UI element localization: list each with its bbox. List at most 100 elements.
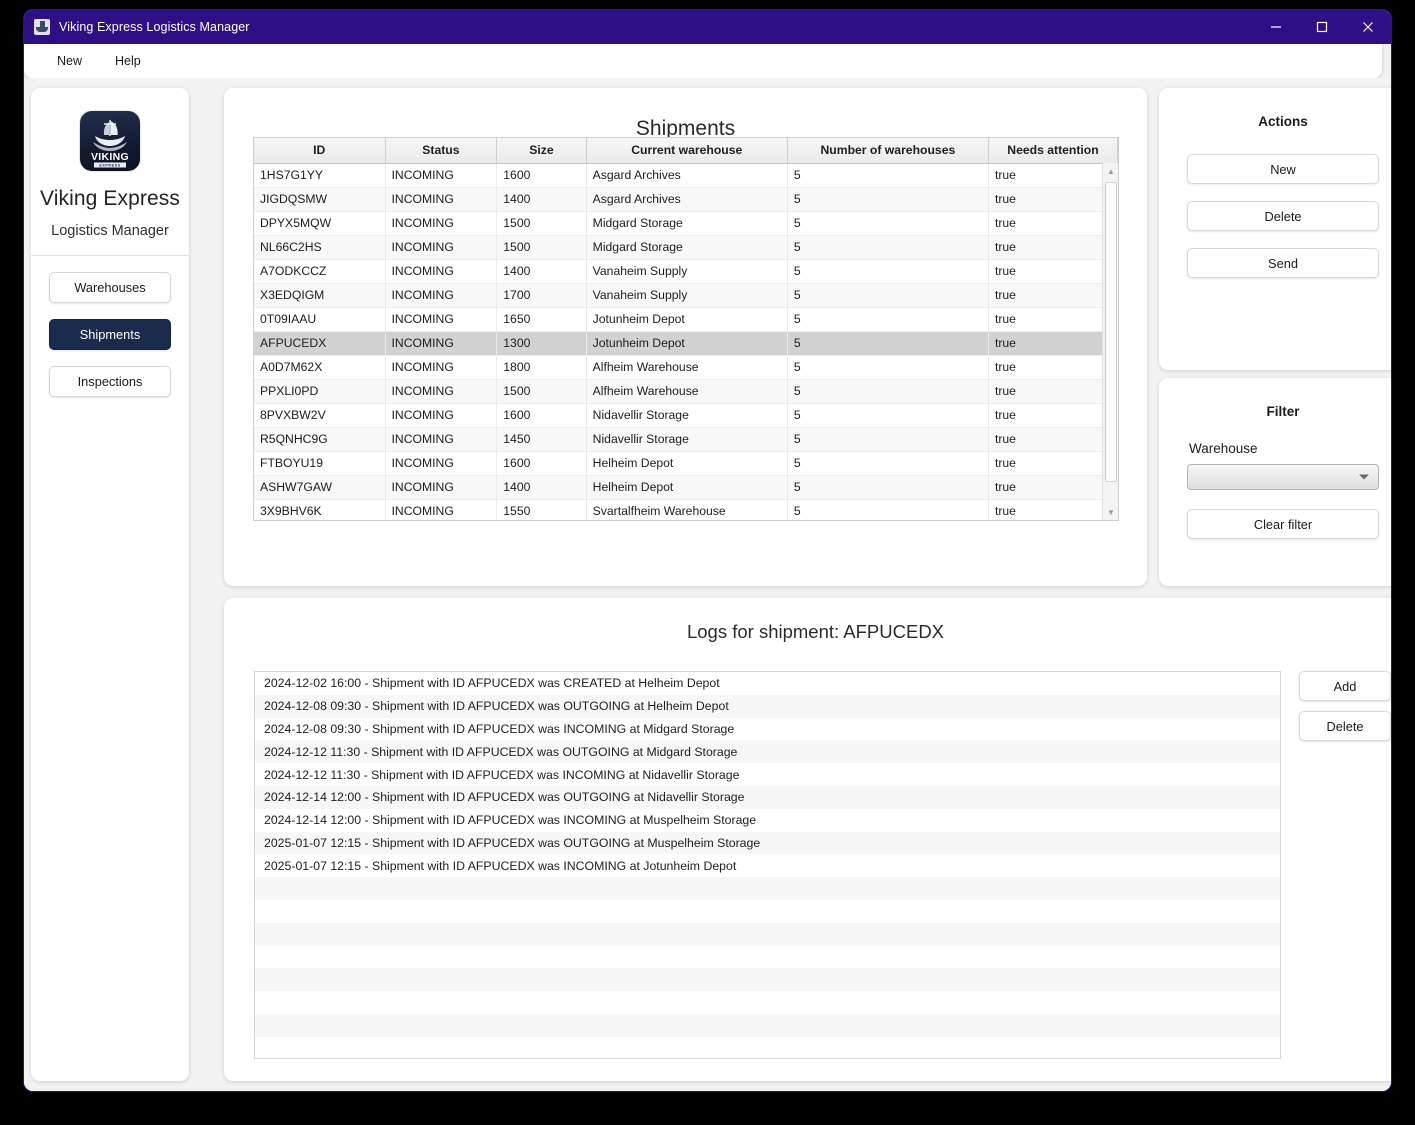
log-entry[interactable]: 2025-01-07 12:15 - Shipment with ID AFPU… — [255, 854, 1280, 877]
log-entry[interactable]: 2024-12-12 11:30 - Shipment with ID AFPU… — [255, 740, 1280, 764]
scroll-up-icon[interactable]: ▲ — [1103, 163, 1118, 179]
cell-count: 5 — [787, 475, 989, 500]
add-log-button[interactable]: Add — [1299, 671, 1391, 701]
cell-count: 5 — [787, 427, 989, 452]
cell-count: 5 — [787, 499, 989, 520]
table-row[interactable]: X3EDQIGM INCOMING 1700 Vanaheim Supply 5 true — [254, 283, 1118, 308]
cell-id: NL66C2HS — [254, 235, 386, 260]
svg-text:VIKING: VIKING — [91, 151, 129, 163]
log-entry[interactable]: 2024-12-08 09:30 - Shipment with ID AFPU… — [255, 694, 1280, 718]
cell-count: 5 — [787, 283, 989, 308]
cell-attention: true — [988, 427, 1118, 452]
table-row[interactable]: 3X9BHV6K INCOMING 1550 Svartalfheim Warehou… — [254, 499, 1118, 520]
cell-count: 5 — [787, 235, 989, 260]
column-header-3[interactable]: Current warehouse — [586, 138, 788, 164]
cell-count: 5 — [787, 259, 989, 284]
table-row[interactable]: R5QNHC9G INCOMING 1450 Nidavellir Storage 5 t… — [254, 427, 1118, 452]
cell-id: A7ODKCCZ — [254, 259, 386, 284]
cell-status: INCOMING — [385, 307, 498, 332]
app-icon — [34, 19, 50, 35]
cell-status: INCOMING — [385, 283, 498, 308]
sidebar-item-warehouses[interactable]: Warehouses — [49, 272, 171, 303]
cell-attention: true — [988, 235, 1118, 260]
menu-item-help[interactable]: Help — [105, 51, 151, 71]
scrollbar-thumb[interactable] — [1105, 182, 1117, 482]
menu-item-new[interactable]: New — [47, 51, 92, 71]
cell-count: 5 — [787, 187, 989, 212]
cell-count: 5 — [787, 331, 989, 356]
cell-size: 1700 — [496, 283, 587, 308]
log-entry-empty — [255, 877, 1280, 900]
column-header-2[interactable]: Size — [496, 138, 587, 164]
clear-filter-button[interactable]: Clear filter — [1187, 509, 1379, 539]
column-header-0[interactable]: ID — [254, 138, 386, 164]
logs-list[interactable]: 2024-12-02 16:00 - Shipment with ID AFPU… — [254, 671, 1281, 1059]
maximize-button[interactable] — [1299, 10, 1345, 44]
cell-attention: true — [988, 403, 1118, 428]
log-entry[interactable]: 2024-12-12 11:30 - Shipment with ID AFPU… — [255, 763, 1280, 786]
logs-title: Logs for shipment: AFPUCEDX — [686, 621, 945, 642]
column-header-1[interactable]: Status — [385, 138, 498, 164]
log-entry-empty — [255, 946, 1280, 969]
delete-button[interactable]: Delete — [1187, 201, 1379, 231]
scroll-down-icon[interactable]: ▼ — [1103, 504, 1118, 520]
cell-warehouse: Nidavellir Storage — [586, 403, 788, 428]
column-header-5[interactable]: Needs attention — [988, 138, 1118, 164]
send-button[interactable]: Send — [1187, 248, 1379, 278]
cell-warehouse: Vanaheim Supply — [586, 259, 788, 284]
table-row[interactable]: ASHW7GAW INCOMING 1400 Helheim Depot 5 true — [254, 475, 1118, 500]
cell-count: 5 — [787, 211, 989, 236]
delete-log-button[interactable]: Delete — [1299, 711, 1391, 741]
sidebar-item-shipments[interactable]: Shipments — [49, 319, 171, 350]
table-row[interactable]: AFPUCEDX INCOMING 1300 Jotunheim Depot 5 true — [254, 331, 1118, 356]
table-row[interactable]: NL66C2HS INCOMING 1500 Midgard Storage 5 true — [254, 235, 1118, 260]
log-entry[interactable]: 2024-12-02 16:00 - Shipment with ID AFPU… — [255, 672, 1280, 695]
column-header-4[interactable]: Number of warehouses — [787, 138, 989, 164]
cell-warehouse: Midgard Storage — [586, 235, 788, 260]
cell-attention: true — [988, 475, 1118, 500]
cell-size: 1400 — [496, 475, 587, 500]
log-entry[interactable]: 2024-12-08 09:30 - Shipment with ID AFPU… — [255, 718, 1280, 741]
log-entry-empty — [255, 991, 1280, 1014]
cell-status: INCOMING — [385, 163, 498, 188]
shipments-panel: Shipments ID Status Size Current warehouse N… — [224, 88, 1147, 586]
cell-attention: true — [988, 331, 1118, 356]
cell-id: A0D7M62X — [254, 355, 386, 380]
window-controls — [1253, 10, 1391, 44]
cell-warehouse: Jotunheim Depot — [586, 331, 788, 356]
cell-attention: true — [988, 163, 1118, 188]
new-button[interactable]: New — [1187, 154, 1379, 184]
table-row[interactable]: DPYX5MQW INCOMING 1500 Midgard Storage 5 true — [254, 211, 1118, 236]
cell-size: 1400 — [496, 259, 587, 284]
table-scrollbar[interactable]: ▲ ▼ — [1102, 163, 1118, 520]
cell-attention: true — [988, 283, 1118, 308]
warehouse-select[interactable] — [1187, 464, 1379, 490]
cell-count: 5 — [787, 403, 989, 428]
close-button[interactable] — [1345, 10, 1391, 44]
table-row[interactable]: 0T09IAAU INCOMING 1650 Jotunheim Depot 5 true — [254, 307, 1118, 332]
sidebar-item-inspections[interactable]: Inspections — [49, 366, 171, 397]
table-row[interactable]: A0D7M62X INCOMING 1800 Alfheim Warehouse 5 tr… — [254, 355, 1118, 380]
log-entry[interactable]: 2024-12-14 12:00 - Shipment with ID AFPU… — [255, 809, 1280, 832]
filter-panel: Filter Warehouse Clear filter — [1159, 378, 1391, 586]
table-row[interactable]: 1HS7G1YY INCOMING 1600 Asgard Archives 5 true — [254, 163, 1118, 188]
table-row[interactable]: FTBOYU19 INCOMING 1600 Helheim Depot 5 true — [254, 451, 1118, 476]
cell-status: INCOMING — [385, 475, 498, 500]
log-entry[interactable]: 2024-12-14 12:00 - Shipment with ID AFPU… — [255, 785, 1280, 809]
cell-status: INCOMING — [385, 379, 498, 404]
log-entry[interactable]: 2025-01-07 12:15 - Shipment with ID AFPU… — [255, 831, 1280, 855]
cell-count: 5 — [787, 307, 989, 332]
cell-status: INCOMING — [385, 259, 498, 284]
logs-buttons: Add Delete — [1299, 671, 1391, 741]
sidebar: VIKING EXPRESS Viking Express Logistics … — [31, 88, 189, 1081]
cell-count: 5 — [787, 451, 989, 476]
cell-attention: true — [988, 499, 1118, 520]
table-row[interactable]: 8PVXBW2V INCOMING 1600 Nidavellir Storage 5 t… — [254, 403, 1118, 428]
minimize-button[interactable] — [1253, 10, 1299, 44]
cell-warehouse: Midgard Storage — [586, 211, 788, 236]
log-entry-empty — [255, 968, 1280, 992]
table-row[interactable]: A7ODKCCZ INCOMING 1400 Vanaheim Supply 5 true — [254, 259, 1118, 284]
cell-size: 1500 — [496, 379, 587, 404]
table-row[interactable]: JIGDQSMW INCOMING 1400 Asgard Archives 5 true — [254, 187, 1118, 212]
table-row[interactable]: PPXLI0PD INCOMING 1500 Alfheim Warehouse 5 tr… — [254, 379, 1118, 404]
